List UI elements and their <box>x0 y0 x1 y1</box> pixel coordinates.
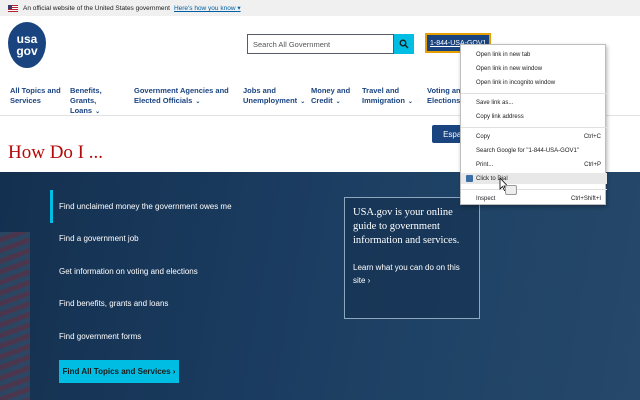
nav-item-label: Travel and Immigration <box>362 86 405 105</box>
nav-item-money[interactable]: Money and Credit ⌄ <box>311 86 355 107</box>
task-link-forms[interactable]: Find government forms <box>50 320 310 353</box>
menu-item-label: Inspect <box>476 195 496 202</box>
learn-more-link[interactable]: Learn what you can do on this site › <box>353 261 471 287</box>
task-link-government-job[interactable]: Find a government job <box>50 223 310 256</box>
menu-item-copy[interactable]: Copy Ctrl+C <box>461 131 607 142</box>
nav-item-label: Money and Credit <box>311 86 351 105</box>
task-link-unclaimed-money[interactable]: Find unclaimed money the government owes… <box>50 190 310 223</box>
us-flag-icon <box>8 4 18 12</box>
search-icon <box>399 39 409 49</box>
flag-background-image <box>0 232 30 400</box>
context-menu: Open link in new tab Open link in new wi… <box>460 44 607 205</box>
menu-item-shortcut: Ctrl+Shift+I <box>570 195 601 202</box>
menu-item-label: Print... <box>476 161 494 168</box>
banner-text: An official website of the United States… <box>23 4 170 12</box>
menu-item-open-incognito[interactable]: Open link in incognito window <box>461 77 607 88</box>
menu-item-print[interactable]: Print... Ctrl+P <box>461 159 607 170</box>
menu-item-click-to-dial[interactable]: Click to Dial <box>461 173 607 184</box>
menu-item-label: Copy <box>476 133 491 140</box>
task-link-benefits[interactable]: Find benefits, grants and loans <box>50 288 310 321</box>
logo-text-gov: gov <box>16 44 38 58</box>
search-form <box>247 34 414 54</box>
heres-how-you-know-link[interactable]: Here's how you know ▾ <box>174 4 241 12</box>
menu-item-label: Open link in new window <box>476 65 543 72</box>
nav-item-benefits[interactable]: Benefits, Grants, Loans ⌄ <box>70 86 128 117</box>
chevron-down-icon: ▾ <box>237 5 241 12</box>
chevron-down-icon: ⌄ <box>335 99 341 105</box>
menu-item-save-link[interactable]: Save link as... <box>461 97 607 108</box>
nav-item-agencies[interactable]: Government Agencies and Elected Official… <box>134 86 238 107</box>
phone-dial-icon <box>466 175 473 182</box>
menu-separator <box>461 127 607 128</box>
gov-banner: An official website of the United States… <box>0 0 640 16</box>
menu-item-label: Open link in incognito window <box>476 79 556 86</box>
dial-badge-icon <box>505 185 517 195</box>
nav-item-travel[interactable]: Travel and Immigration ⌄ <box>362 86 420 107</box>
nav-item-jobs[interactable]: Jobs and Unemployment ⌄ <box>243 86 305 107</box>
menu-item-label: Copy link address <box>476 113 524 120</box>
usagov-logo[interactable]: usa gov <box>8 22 46 68</box>
menu-item-open-new-tab[interactable]: Open link in new tab <box>461 49 607 60</box>
search-input[interactable] <box>247 34 394 54</box>
heres-how-you-know-label: Here's how you know <box>173 5 236 12</box>
nav-item-label: Jobs and Unemployment <box>243 86 298 105</box>
nav-item-label: All Topics and Services <box>10 86 61 105</box>
menu-item-label: Search Google for "1-844-USA-GOV1" <box>476 147 579 154</box>
menu-item-shortcut: Ctrl+C <box>583 133 601 140</box>
info-heading: USA.gov is your online guide to governme… <box>353 207 460 246</box>
chevron-down-icon: ⌄ <box>95 109 101 115</box>
menu-item-label: Save link as... <box>476 99 514 106</box>
menu-item-label: Open link in new tab <box>476 51 531 58</box>
chevron-down-icon: ⌄ <box>195 99 201 105</box>
menu-item-copy-link[interactable]: Copy link address <box>461 111 607 122</box>
chevron-down-icon: ⌄ <box>407 99 413 105</box>
chevron-down-icon: ⌄ <box>300 99 306 105</box>
task-list: Find unclaimed money the government owes… <box>50 190 310 353</box>
menu-item-search-google[interactable]: Search Google for "1-844-USA-GOV1" <box>461 145 607 156</box>
info-box: USA.gov is your online guide to governme… <box>344 197 480 319</box>
menu-item-open-new-window[interactable]: Open link in new window <box>461 63 607 74</box>
find-all-topics-button[interactable]: Find All Topics and Services › <box>59 360 179 383</box>
page-title: How Do I ... <box>8 142 103 163</box>
menu-item-inspect[interactable]: Inspect Ctrl+Shift+I <box>461 193 607 204</box>
nav-item-label: Government Agencies and Elected Official… <box>134 86 229 105</box>
nav-item-all-topics[interactable]: All Topics and Services <box>10 86 68 106</box>
hero-section: Find unclaimed money the government owes… <box>0 172 640 400</box>
menu-separator <box>461 93 607 94</box>
task-link-voting[interactable]: Get information on voting and elections <box>50 255 310 288</box>
menu-separator <box>461 189 607 190</box>
search-button[interactable] <box>394 34 414 54</box>
menu-item-shortcut: Ctrl+P <box>584 161 601 168</box>
